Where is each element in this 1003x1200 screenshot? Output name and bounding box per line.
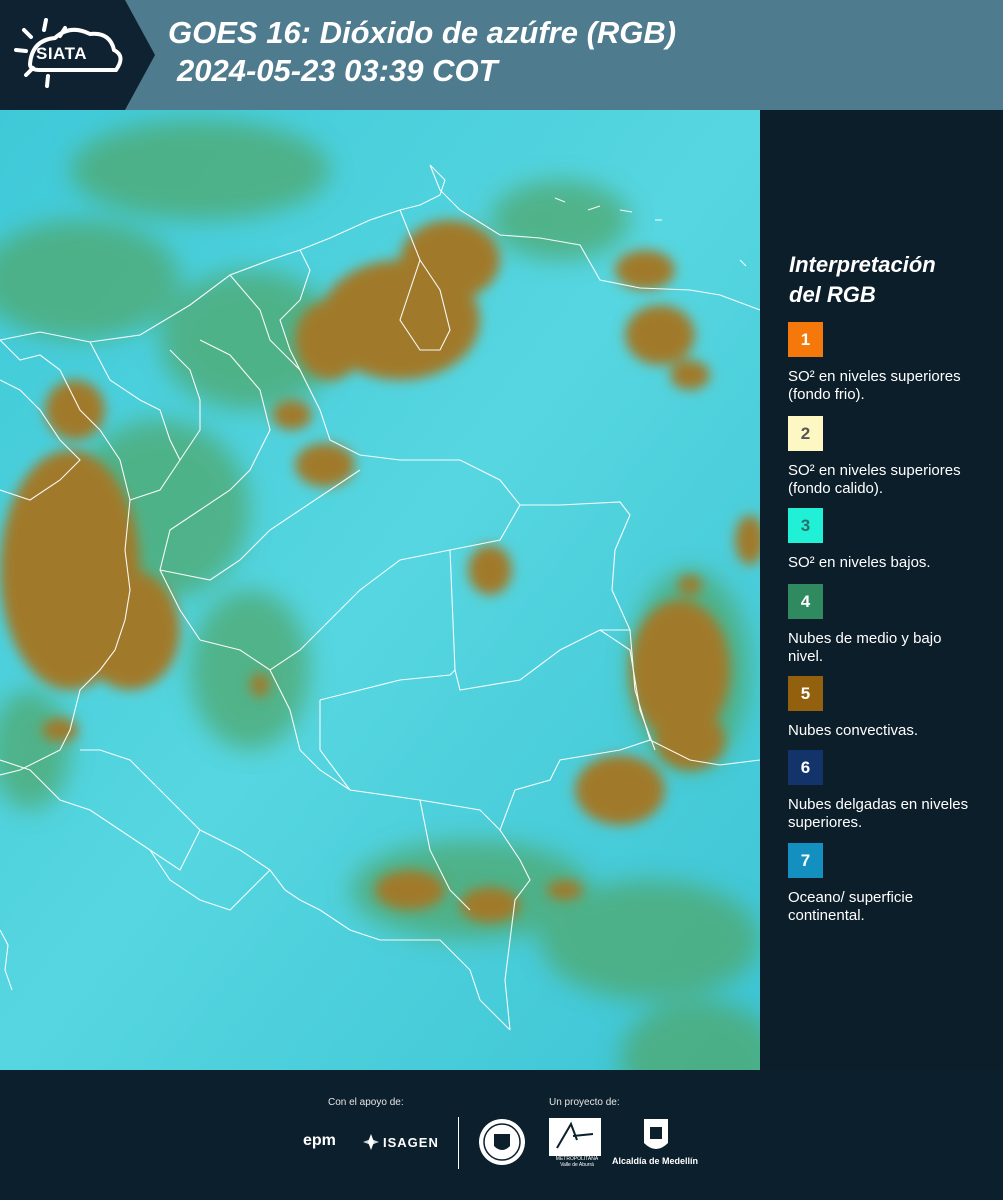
legend-swatch-2: 2 bbox=[788, 416, 823, 451]
legend-swatch-6: 6 bbox=[788, 750, 823, 785]
support-label: Con el apoyo de: bbox=[328, 1097, 404, 1108]
legend-label: SO² en niveles bajos. bbox=[788, 554, 931, 571]
legend-label: Nubes delgadas en niveles superiores. bbox=[788, 796, 969, 831]
legend-label: SO² en niveles superiores (fondo frio). bbox=[788, 368, 961, 403]
medellin-seal-icon bbox=[479, 1119, 525, 1165]
legend-number: 4 bbox=[800, 591, 811, 611]
legend-swatch-1: 1 bbox=[788, 322, 823, 357]
alcaldia-shield-icon bbox=[644, 1119, 668, 1149]
legend-number: 5 bbox=[800, 683, 811, 703]
legend-item-6: 6 Nubes delgadas en niveles superiores. bbox=[788, 750, 988, 832]
legend-item-4: 4 Nubes de medio y bajo nivel. bbox=[788, 584, 988, 666]
project-label: Un proyecto de: bbox=[549, 1097, 620, 1108]
page-title: GOES 16: Dióxido de azúfre (RGB) 2024-05… bbox=[168, 14, 676, 90]
area-metropolitana-logo-icon bbox=[549, 1118, 601, 1156]
legend-label: SO² en niveles superiores (fondo calido)… bbox=[788, 462, 961, 497]
legend-number: 3 bbox=[800, 515, 811, 535]
epm-logo: epm bbox=[303, 1132, 336, 1149]
legend-number: 7 bbox=[800, 850, 811, 870]
siata-logo: SIATA bbox=[0, 0, 155, 110]
legend-swatch-5: 5 bbox=[788, 676, 823, 711]
legend-item-7: 7 Oceano/ superficie continental. bbox=[788, 843, 988, 925]
legend-item-5: 5 Nubes convectivas. bbox=[788, 676, 988, 740]
legend-title-line-2: del RGB bbox=[789, 282, 876, 307]
header-bar: SIATA GOES 16: Dióxido de azúfre (RGB) 2… bbox=[0, 0, 1003, 110]
legend-swatch-3: 3 bbox=[788, 508, 823, 543]
legend-title: Interpretación del RGB bbox=[789, 250, 989, 310]
legend-swatch-4: 4 bbox=[788, 584, 823, 619]
title-line-2: 2024-05-23 03:39 COT bbox=[177, 53, 498, 88]
legend-swatch-7: 7 bbox=[788, 843, 823, 878]
legend-item-3: 3 SO² en niveles bajos. bbox=[788, 508, 988, 572]
legend-label: Nubes convectivas. bbox=[788, 722, 919, 739]
legend-item-2: 2 SO² en niveles superiores (fondo calid… bbox=[788, 416, 988, 498]
title-line-1: GOES 16: Dióxido de azúfre (RGB) bbox=[168, 15, 677, 50]
isagen-icon bbox=[363, 1134, 379, 1150]
legend-panel: Interpretación del RGB 1 SO² en niveles … bbox=[760, 110, 1003, 1070]
legend-number: 2 bbox=[800, 423, 811, 443]
legend-label: Nubes de medio y bajo nivel. bbox=[788, 630, 942, 665]
legend-title-line-1: Interpretación bbox=[789, 252, 936, 277]
satellite-map bbox=[0, 110, 760, 1070]
logo-text: SIATA bbox=[36, 44, 87, 63]
legend-number: 6 bbox=[800, 757, 811, 777]
legend-number: 1 bbox=[800, 329, 811, 349]
isagen-logo: ISAGEN bbox=[383, 1135, 439, 1150]
legend-item-1: 1 SO² en niveles superiores (fondo frio)… bbox=[788, 322, 988, 404]
footer-divider bbox=[458, 1117, 459, 1169]
area-metropolitana-subtitle: METROPOLITANA Valle de Aburrá bbox=[555, 1156, 599, 1168]
alcaldia-label: Alcaldía de Medellín bbox=[612, 1156, 699, 1166]
legend-label: Oceano/ superficie continental. bbox=[788, 889, 914, 924]
footer-bar: Con el apoyo de: Un proyecto de: epm ISA… bbox=[0, 1070, 1003, 1200]
